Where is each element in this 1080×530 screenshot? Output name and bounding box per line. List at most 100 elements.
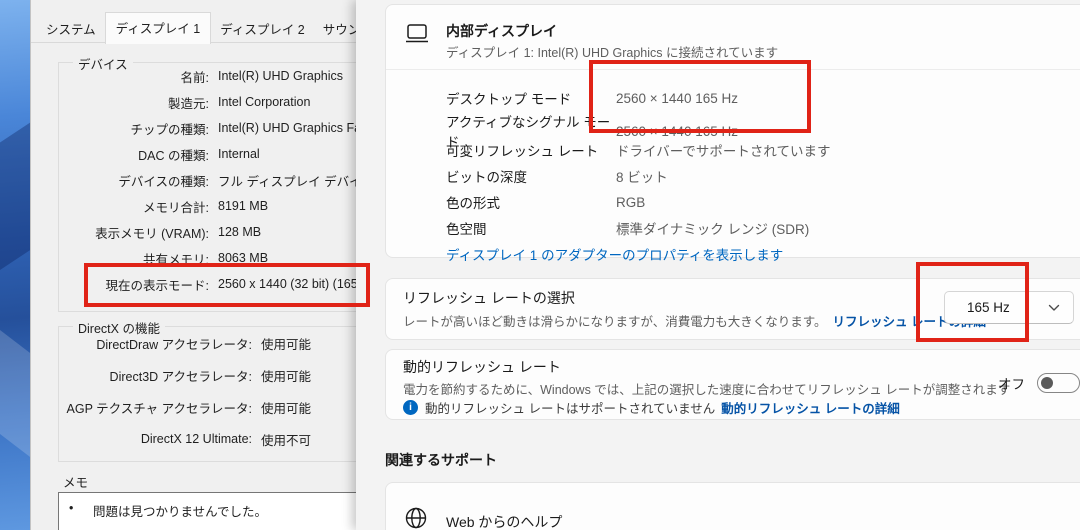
device-row-chip-type: チップの種類: Intel(R) UHD Graphics Famil xyxy=(59,115,356,141)
laptop-display-icon xyxy=(404,21,430,45)
dynamic-refresh-description: 電力を節約するために、Windows では、上記の選択した速度に合わせてリフレッ… xyxy=(403,383,1011,397)
refresh-rate-dropdown[interactable]: 165 Hz xyxy=(944,291,1074,324)
field-label: Direct3D アクセラレータ: xyxy=(109,369,252,384)
dynamic-refresh-rate-card: 動的リフレッシュ レート 電力を節約するために、Windows では、上記の選択… xyxy=(385,349,1080,420)
row-label: ビットの深度 xyxy=(446,170,527,185)
toggle-state-label: オフ xyxy=(998,377,1025,392)
dxdiag-tabbar: システム ディスプレイ 1 ディスプレイ 2 サウンド 入力 xyxy=(37,12,356,44)
field-label: 表示メモリ (VRAM): xyxy=(95,226,209,241)
row-value: 2560 × 1440 165 Hz xyxy=(616,123,738,139)
notes-groupbox-title: メモ xyxy=(63,476,89,490)
display-detail-rows: デスクトップ モード 2560 × 1440 165 Hz アクティブなシグナル… xyxy=(446,85,1080,241)
row-label: 可変リフレッシュ レート xyxy=(446,144,599,159)
dropdown-value: 165 Hz xyxy=(967,300,1010,315)
field-value: Intel(R) UHD Graphics xyxy=(218,69,344,83)
directx-row-dx12-ultimate: DirectX 12 Ultimate: 使用不可 xyxy=(59,423,356,455)
field-value: 8191 MB xyxy=(218,199,269,213)
tab-sound[interactable]: サウンド xyxy=(314,15,356,43)
row-value: 2560 × 1440 165 Hz xyxy=(616,90,738,106)
field-value: Intel(R) UHD Graphics Famil xyxy=(218,121,356,135)
web-help-card[interactable]: Web からのヘルプ xyxy=(385,482,1080,530)
dynamic-refresh-title: 動的リフレッシュ レート xyxy=(403,359,561,375)
tab-system[interactable]: システム xyxy=(37,15,105,43)
chevron-down-icon xyxy=(1048,304,1060,312)
related-support-heading: 関連するサポート xyxy=(385,452,497,468)
wallpaper-facet xyxy=(0,120,34,270)
device-row-dac-type: DAC の種類: Internal xyxy=(59,141,356,167)
row-color-format: 色の形式 RGB xyxy=(446,189,1080,215)
field-value: フル ディスプレイ デバイス xyxy=(218,174,356,189)
field-label: デバイスの種類: xyxy=(118,174,209,189)
display-card-subtitle: ディスプレイ 1: Intel(R) UHD Graphics に接続されていま… xyxy=(446,46,779,60)
field-value: 使用可能 xyxy=(261,401,312,416)
notes-line: • 問題は見つかりませんでした。 xyxy=(69,501,356,520)
field-label: DirectX 12 Ultimate: xyxy=(140,432,252,446)
toggle-knob xyxy=(1041,377,1053,389)
web-help-title: Web からのヘルプ xyxy=(446,514,563,530)
field-label: AGP テクスチャ アクセラレータ: xyxy=(66,401,252,416)
desktop-wallpaper xyxy=(0,0,34,530)
bullet-icon: • xyxy=(69,501,74,515)
field-value: 8063 MB xyxy=(218,251,269,265)
device-row-shared-memory: 共有メモリ: 8063 MB xyxy=(59,245,356,271)
row-bit-depth: ビットの深度 8 ビット xyxy=(446,163,1080,189)
row-variable-refresh-rate: 可変リフレッシュ レート ドライバーでサポートされています xyxy=(446,137,1080,163)
device-row-device-type: デバイスの種類: フル ディスプレイ デバイス xyxy=(59,167,356,193)
field-value: 使用可能 xyxy=(261,369,312,384)
row-value: 標準ダイナミック レンジ (SDR) xyxy=(616,222,810,237)
field-label: 製造元: xyxy=(168,96,209,111)
field-value: 128 MB xyxy=(218,225,262,239)
card-divider xyxy=(386,69,1080,70)
field-label: DAC の種類: xyxy=(138,148,209,163)
wallpaper-facet xyxy=(0,330,34,460)
device-row-manufacturer: 製造元: Intel Corporation xyxy=(59,89,356,115)
status-text: 動的リフレッシュ レートはサポートされていません xyxy=(425,402,716,416)
notes-text: 問題は見つかりませんでした。 xyxy=(93,505,268,519)
row-value: 8 ビット xyxy=(616,170,668,185)
tab-display-1[interactable]: ディスプレイ 1 xyxy=(104,12,212,44)
dynamic-refresh-toggle-group: オフ xyxy=(998,373,1080,393)
dxdiag-window: システム ディスプレイ 1 ディスプレイ 2 サウンド 入力 デバイス 名前: … xyxy=(30,0,356,530)
refresh-rate-title: リフレッシュ レートの選択 xyxy=(403,290,575,306)
row-active-signal-mode: アクティブなシグナル モード 2560 × 1440 165 Hz xyxy=(446,111,1080,150)
description-text: レートが高いほど動きは滑らかになりますが、消費電力も大きくなります。 xyxy=(403,315,827,329)
field-value: 使用可能 xyxy=(261,337,312,352)
field-value: Intel Corporation xyxy=(218,95,311,109)
field-value: 使用不可 xyxy=(261,433,312,448)
tab-display-2[interactable]: ディスプレイ 2 xyxy=(211,15,314,43)
field-label: メモリ合計: xyxy=(143,200,209,215)
refresh-rate-card: リフレッシュ レートの選択 レートが高いほど動きは滑らかになりますが、消費電力も… xyxy=(385,278,1080,340)
field-value: 2560 x 1440 (32 bit) (165Hz xyxy=(218,277,356,291)
row-color-space: 色空間 標準ダイナミック レンジ (SDR) xyxy=(446,215,1080,241)
field-label: チップの種類: xyxy=(130,122,209,137)
info-icon: i xyxy=(403,400,418,415)
dynamic-refresh-status-row: i 動的リフレッシュ レートはサポートされていません 動的リフレッシュ レートの詳… xyxy=(403,398,900,417)
row-label: 色空間 xyxy=(446,222,487,237)
display-card-title: 内部ディスプレイ xyxy=(446,23,558,39)
directx-features-groupbox: DirectX の機能 DirectDraw アクセラレータ: 使用可能 Dir… xyxy=(58,318,356,462)
internal-display-card: 内部ディスプレイ ディスプレイ 1: Intel(R) UHD Graphics… xyxy=(385,4,1080,263)
dynamic-refresh-toggle[interactable] xyxy=(1037,373,1080,393)
notes-box[interactable]: • 問題は見つかりませんでした。 xyxy=(58,492,356,530)
field-label: 現在の表示モード: xyxy=(105,278,209,293)
device-row-vram: 表示メモリ (VRAM): 128 MB xyxy=(59,219,356,245)
device-row-total-memory: メモリ合計: 8191 MB xyxy=(59,193,356,219)
row-label: 色の形式 xyxy=(446,196,500,211)
directx-groupbox-title: DirectX の機能 xyxy=(73,318,165,337)
device-groupbox: デバイス 名前: Intel(R) UHD Graphics 製造元: Inte… xyxy=(58,54,356,312)
directx-row-agp: AGP テクスチャ アクセラレータ: 使用可能 xyxy=(59,391,356,423)
field-value: Internal xyxy=(218,147,260,161)
field-label: 共有メモリ: xyxy=(143,252,209,267)
row-value: RGB xyxy=(616,194,646,210)
device-row-current-display-mode: 現在の表示モード: 2560 x 1440 (32 bit) (165Hz xyxy=(59,271,356,297)
settings-window: 内部ディスプレイ ディスプレイ 1: Intel(R) UHD Graphics… xyxy=(356,0,1080,530)
globe-icon xyxy=(403,505,429,530)
device-groupbox-title: デバイス xyxy=(73,54,133,73)
row-value: ドライバーでサポートされています xyxy=(616,144,831,159)
row-label: デスクトップ モード xyxy=(446,92,572,107)
refresh-rate-description: レートが高いほど動きは滑らかになりますが、消費電力も大きくなります。 リフレッシュ… xyxy=(403,311,986,330)
adapter-properties-link[interactable]: ディスプレイ 1 のアダプターのプロパティを表示します xyxy=(446,244,783,264)
directx-row-direct3d: Direct3D アクセラレータ: 使用可能 xyxy=(59,359,356,391)
row-desktop-mode: デスクトップ モード 2560 × 1440 165 Hz xyxy=(446,85,1080,111)
dynamic-refresh-details-link[interactable]: 動的リフレッシュ レートの詳細 xyxy=(721,398,899,417)
